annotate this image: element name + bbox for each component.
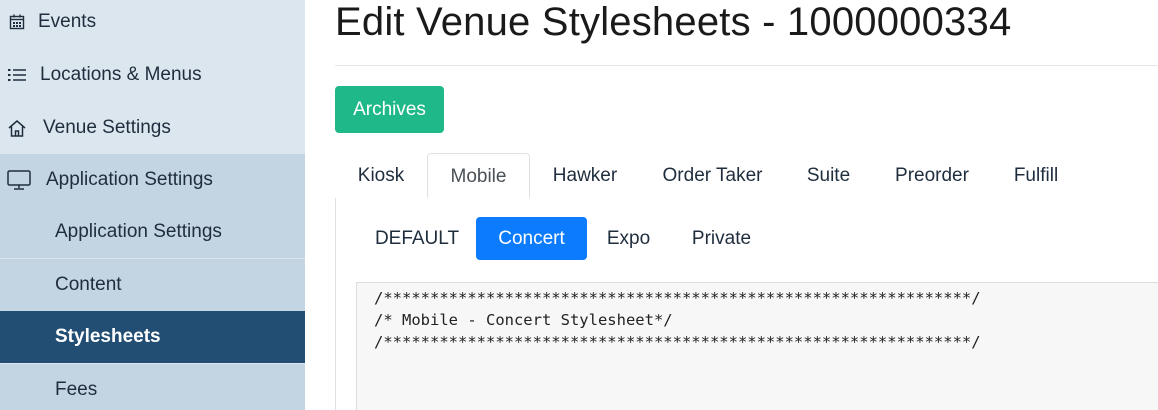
list-icon <box>6 68 28 82</box>
stylesheet-editor[interactable]: /***************************************… <box>356 282 1158 410</box>
platform-tabs: Kiosk Mobile Hawker Order Taker Suite Pr… <box>335 153 1158 200</box>
sidebar-item-locations-menus[interactable]: Locations & Menus <box>0 49 305 101</box>
pill-expo[interactable]: Expo <box>591 217 666 260</box>
sidebar-subitem-label: Application Settings <box>55 221 222 242</box>
sidebar-subitem-label: Content <box>55 274 122 295</box>
sidebar-item-events[interactable]: Events <box>0 0 305 48</box>
tab-kiosk[interactable]: Kiosk <box>335 153 427 199</box>
sidebar-subitem-application-settings[interactable]: Application Settings <box>0 206 305 258</box>
app-window: Events Locations & Menus Venue Settings … <box>0 0 1158 410</box>
page-title: Edit Venue Stylesheets - 1000000334 <box>335 0 1012 44</box>
editor-line: /* Mobile - Concert Stylesheet*/ <box>374 311 673 329</box>
sidebar-subitem-stylesheets[interactable]: Stylesheets <box>0 311 305 363</box>
stylesheet-panel: DEFAULT Concert Expo Private /**********… <box>335 198 1158 410</box>
monitor-icon <box>6 170 32 190</box>
sidebar: Events Locations & Menus Venue Settings … <box>0 0 305 410</box>
sidebar-item-label: Venue Settings <box>43 117 171 138</box>
sidebar-subitem-fees[interactable]: Fees <box>0 364 305 410</box>
title-divider <box>335 65 1158 66</box>
editor-line: /***************************************… <box>374 289 981 307</box>
tab-preorder[interactable]: Preorder <box>872 153 992 199</box>
tab-mobile[interactable]: Mobile <box>427 153 530 200</box>
sidebar-item-application-settings[interactable]: Application Settings <box>0 154 305 206</box>
pill-default[interactable]: DEFAULT <box>356 217 478 260</box>
sidebar-item-label: Events <box>38 11 97 32</box>
main-content: Edit Venue Stylesheets - 1000000334 Arch… <box>305 0 1158 410</box>
tab-suite[interactable]: Suite <box>785 153 872 199</box>
tab-order-taker[interactable]: Order Taker <box>640 153 785 199</box>
sidebar-item-label: Application Settings <box>46 169 213 190</box>
home-icon <box>6 119 28 137</box>
calendar-icon <box>6 14 28 30</box>
tab-fulfill[interactable]: Fulfill <box>992 153 1080 199</box>
pill-private[interactable]: Private <box>676 217 767 260</box>
sidebar-subitem-label: Fees <box>55 379 98 400</box>
sidebar-subitem-label: Stylesheets <box>55 326 161 347</box>
tab-hawker[interactable]: Hawker <box>530 153 640 199</box>
sidebar-item-label: Locations & Menus <box>40 64 202 85</box>
sidebar-item-venue-settings[interactable]: Venue Settings <box>0 102 305 154</box>
pill-concert[interactable]: Concert <box>476 217 587 260</box>
sidebar-subitem-content[interactable]: Content <box>0 259 305 311</box>
archives-button[interactable]: Archives <box>335 86 444 133</box>
editor-line: /***************************************… <box>374 333 981 351</box>
